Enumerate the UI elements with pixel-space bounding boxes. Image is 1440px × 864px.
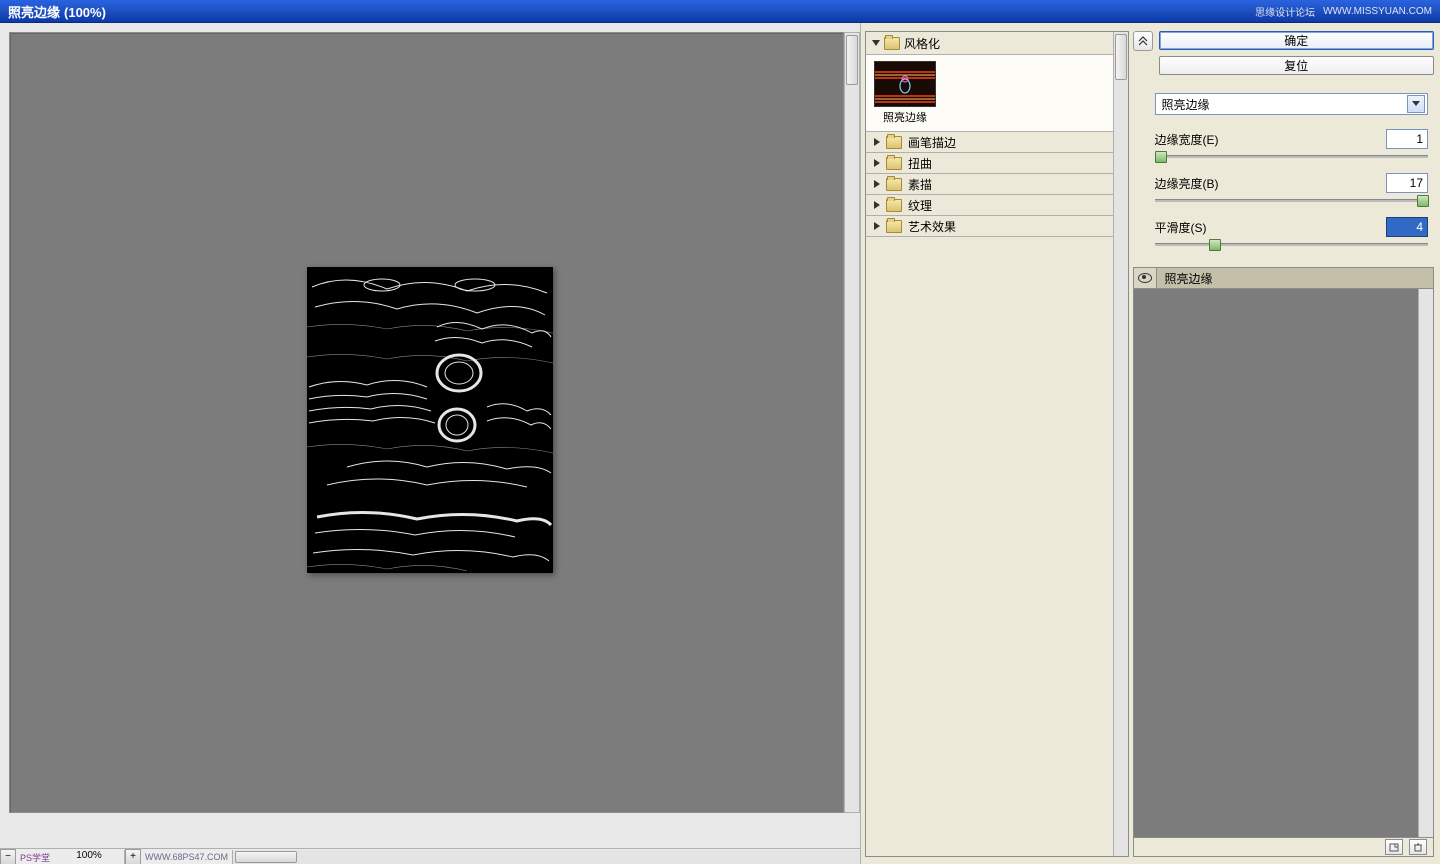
edge-width-slider[interactable] — [1155, 153, 1428, 159]
tree-root[interactable]: 风格化 — [866, 32, 1113, 55]
zoom-out-button[interactable]: − — [0, 849, 16, 864]
zoom-readout[interactable]: 100% — [54, 850, 125, 864]
folder-icon — [886, 220, 902, 233]
expand-icon — [874, 222, 880, 230]
preview-footer: − PS学堂 100% + WWW.68PS47.COM — [0, 848, 860, 864]
ok-label: 确定 — [1284, 32, 1308, 49]
trash-icon — [1413, 843, 1423, 852]
tree-cat-sketch[interactable]: 素描 — [866, 174, 1113, 195]
visibility-toggle[interactable] — [1134, 268, 1157, 288]
preview-scrollbar-horizontal[interactable] — [232, 850, 860, 864]
title-bar: 照亮边缘 (100%) 思缘设计论坛 WWW.MISSYUAN.COM — [0, 0, 1440, 23]
ok-button[interactable]: 确定 — [1159, 31, 1434, 50]
dropdown-value: 照亮边缘 — [1162, 96, 1210, 113]
reset-label: 复位 — [1284, 57, 1308, 74]
window-zoom: (100%) — [64, 5, 106, 20]
layer-name: 照亮边缘 — [1157, 270, 1213, 287]
param-edge-brightness: 边缘亮度(B) — [1155, 173, 1428, 203]
preview-scrollbar-vertical[interactable] — [844, 32, 860, 813]
preview-canvas[interactable] — [9, 32, 844, 813]
filter-tree-panel: 风格化 照亮边缘 — [861, 23, 1129, 864]
param-label: 边缘亮度(B) — [1155, 175, 1219, 192]
expand-icon — [874, 138, 880, 146]
window-title: 照亮边缘 — [8, 2, 60, 21]
cat-label: 画笔描边 — [908, 134, 956, 151]
tree-cat-brush[interactable]: 画笔描边 — [866, 132, 1113, 153]
tree-cat-distort[interactable]: 扭曲 — [866, 153, 1113, 174]
site-text: WWW.MISSYUAN.COM — [1323, 6, 1432, 17]
param-smoothness: 平滑度(S) — [1155, 217, 1428, 247]
tree-cat-texture[interactable]: 纹理 — [866, 195, 1113, 216]
folder-icon — [886, 136, 902, 149]
cat-label: 扭曲 — [908, 155, 932, 172]
preview-panel: − PS学堂 100% + WWW.68PS47.COM — [0, 23, 861, 864]
smoothness-input[interactable] — [1386, 217, 1428, 237]
new-effect-layer-button[interactable] — [1385, 839, 1403, 855]
cat-label: 素描 — [908, 176, 932, 193]
param-label: 平滑度(S) — [1155, 219, 1207, 236]
zoom-in-button[interactable]: + — [125, 849, 141, 864]
watermark-url: WWW.68PS47.COM — [141, 850, 232, 864]
watermark-badge: PS学堂 — [16, 850, 54, 864]
chevron-down-icon — [1407, 95, 1425, 113]
smoothness-slider[interactable] — [1155, 241, 1428, 247]
collapse-panel-button[interactable] — [1133, 31, 1153, 51]
collapse-icon — [872, 40, 880, 46]
layers-scrollbar[interactable] — [1418, 289, 1433, 837]
cat-label: 艺术效果 — [908, 218, 956, 235]
delete-effect-layer-button[interactable] — [1409, 839, 1427, 855]
eye-icon — [1138, 273, 1152, 283]
chevron-up-double-icon — [1138, 36, 1148, 46]
controls-panel: 确定 复位 照亮边缘 边缘宽度(E) 边缘亮度(B) — [1129, 23, 1440, 864]
filter-dropdown[interactable]: 照亮边缘 — [1155, 93, 1428, 115]
brand-text: 思缘设计论坛 — [1255, 4, 1315, 19]
tree-root-label: 风格化 — [904, 35, 940, 52]
expand-icon — [874, 159, 880, 167]
tree-cat-artistic[interactable]: 艺术效果 — [866, 216, 1113, 237]
edge-brightness-input[interactable] — [1386, 173, 1428, 193]
expand-icon — [874, 201, 880, 209]
reset-button[interactable]: 复位 — [1159, 56, 1434, 75]
folder-icon — [886, 199, 902, 212]
effect-layers-panel: 照亮边缘 — [1133, 267, 1434, 857]
cat-label: 纹理 — [908, 197, 932, 214]
filter-thumb[interactable]: 照亮边缘 — [872, 61, 938, 125]
filter-thumb-row: 照亮边缘 — [866, 55, 1113, 132]
layer-row[interactable]: 照亮边缘 — [1134, 268, 1433, 289]
folder-icon — [886, 157, 902, 170]
folder-icon — [886, 178, 902, 191]
param-edge-width: 边缘宽度(E) — [1155, 129, 1428, 159]
folder-icon — [884, 37, 900, 50]
page-icon — [1389, 843, 1399, 852]
edge-brightness-slider[interactable] — [1155, 197, 1428, 203]
filtered-image — [307, 267, 553, 573]
edge-width-input[interactable] — [1386, 129, 1428, 149]
expand-icon — [874, 180, 880, 188]
filter-thumb-label: 照亮边缘 — [872, 109, 938, 125]
param-label: 边缘宽度(E) — [1155, 131, 1219, 148]
tree-scrollbar[interactable] — [1113, 32, 1128, 856]
